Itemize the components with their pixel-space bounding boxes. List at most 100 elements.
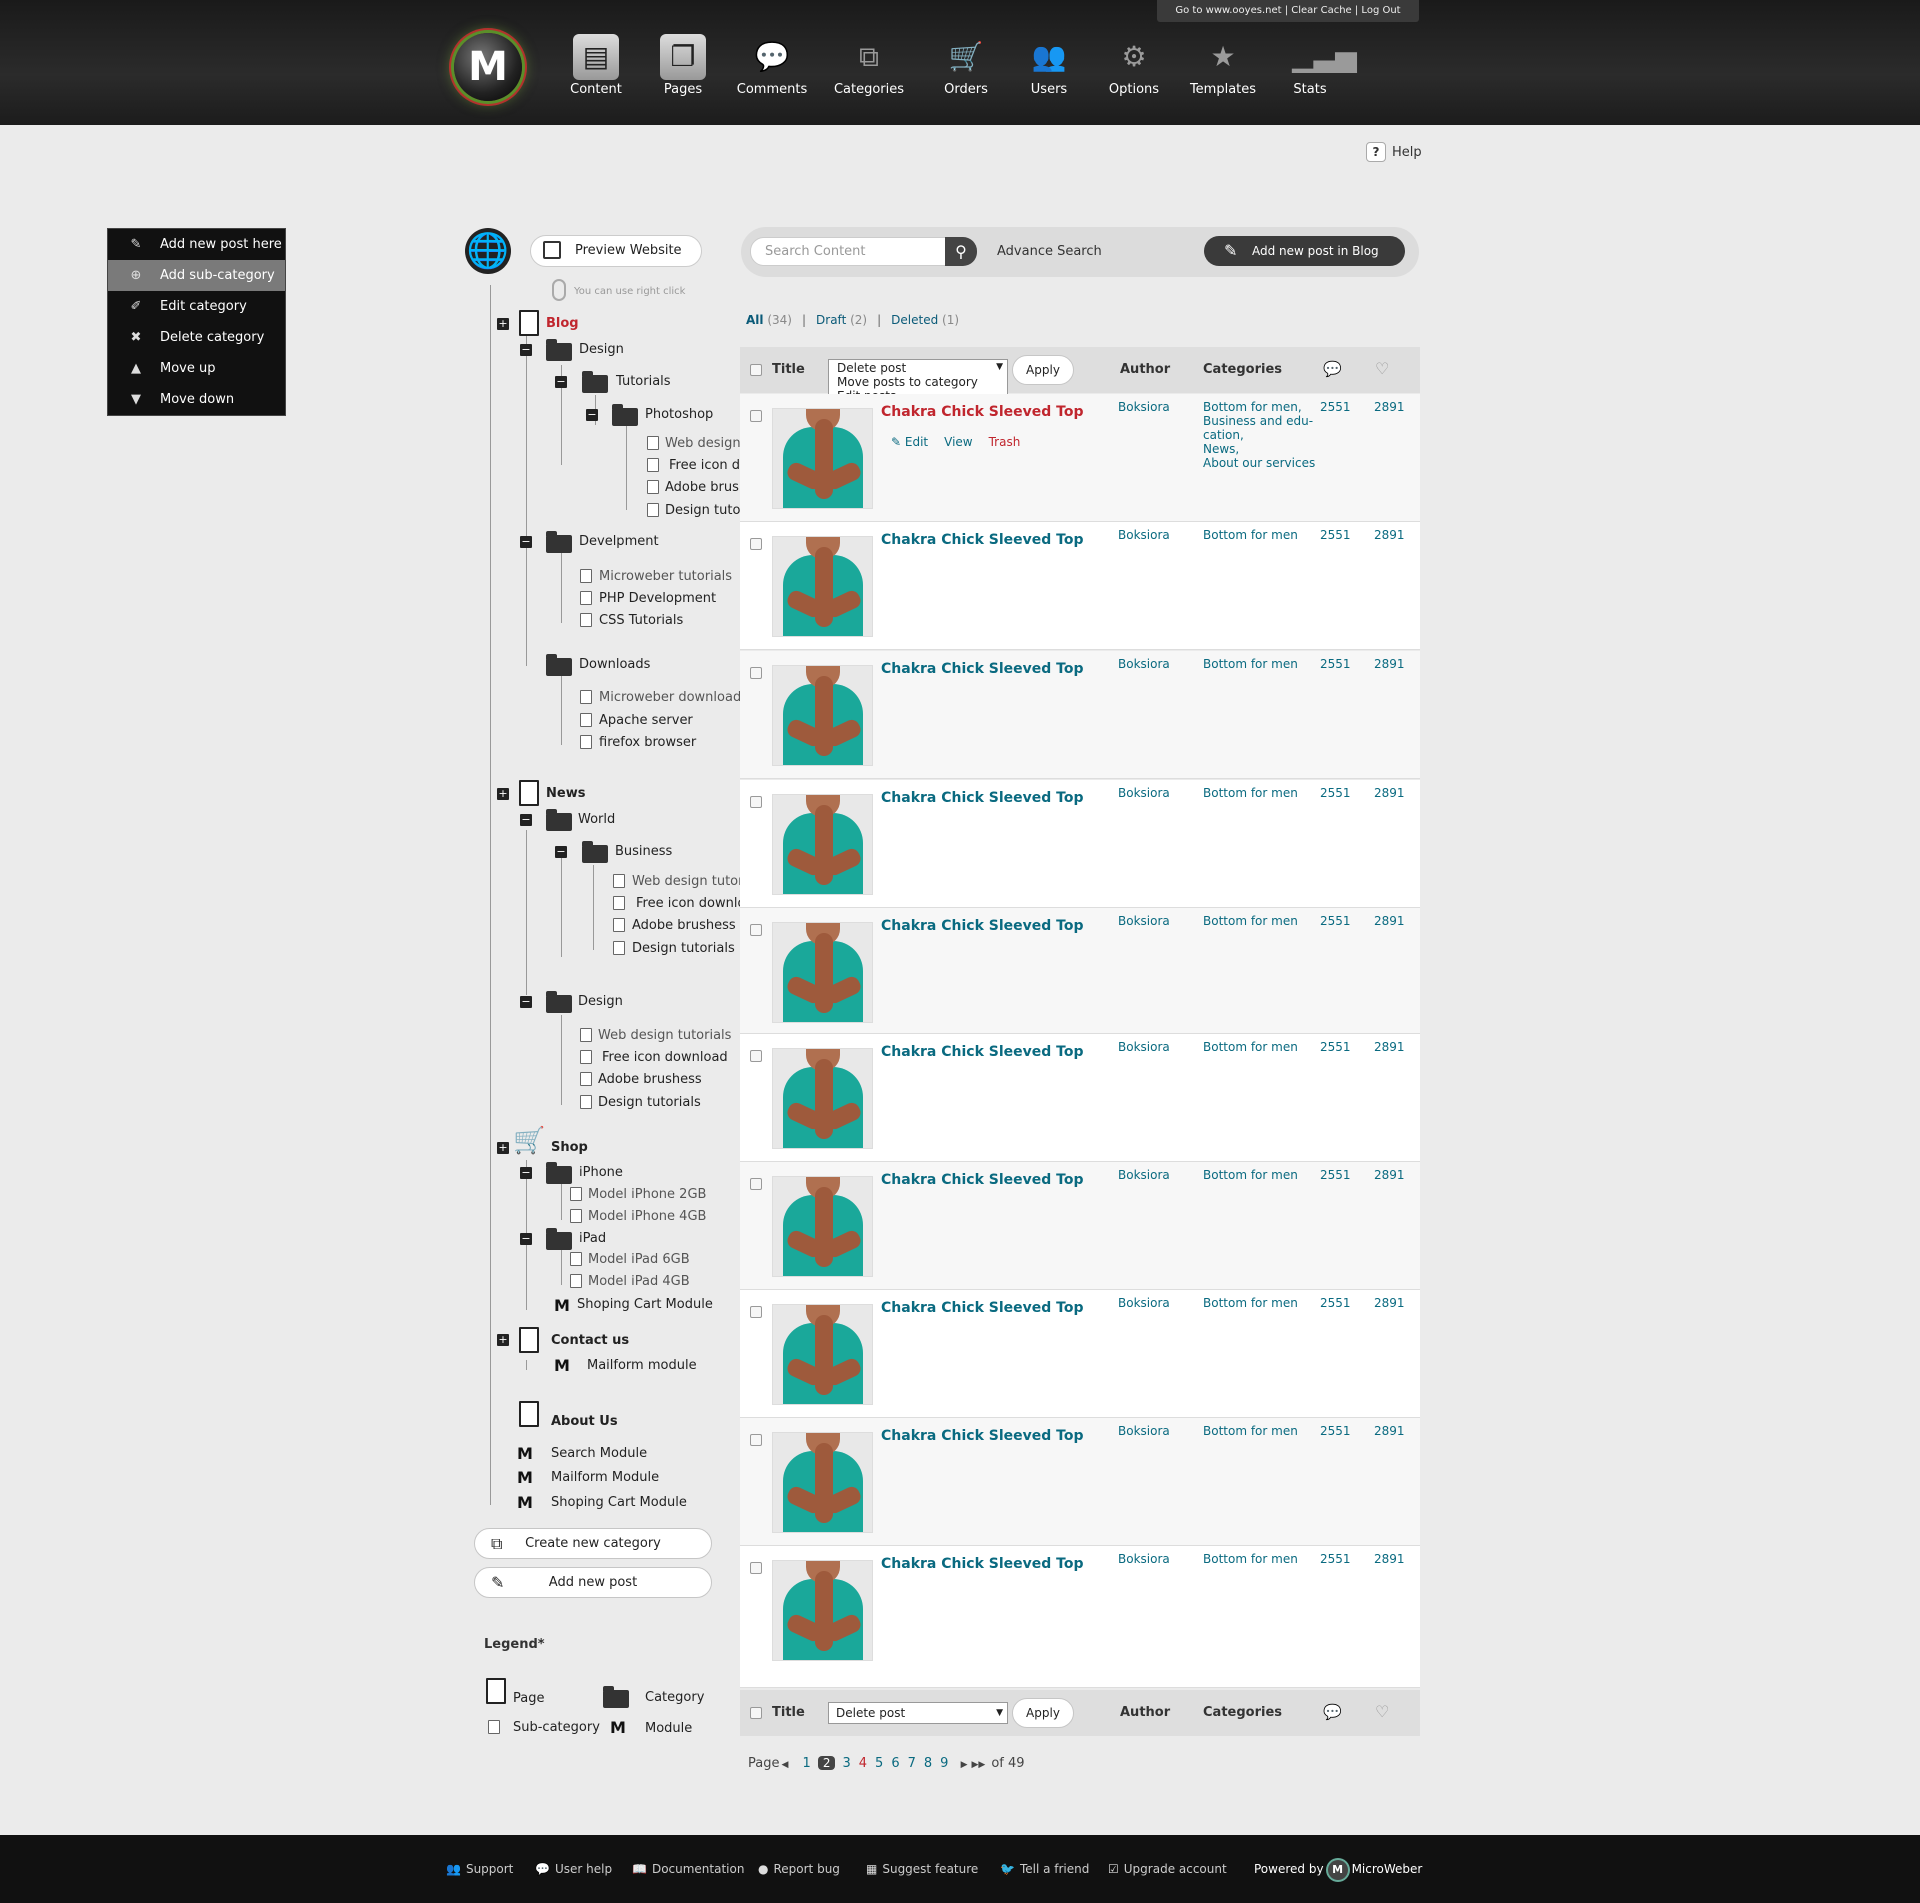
apply-button[interactable]: Apply [1012, 355, 1074, 385]
post-comments[interactable]: 2551 [1320, 528, 1351, 542]
nav-users[interactable]: 👥 Users [1026, 38, 1072, 97]
tree-item-blog[interactable]: Blog [546, 316, 579, 331]
post-likes[interactable]: 2891 [1374, 528, 1405, 542]
add-new-post-in-blog-button[interactable]: ✎ Add new post in Blog [1204, 236, 1405, 266]
post-title[interactable]: Chakra Chick Sleeved Top [881, 1428, 1083, 1444]
table-row[interactable]: Chakra Chick Sleeved Top Boksiora Bottom f… [740, 522, 1420, 650]
tree-item-firefox-browser[interactable]: firefox browser [599, 735, 696, 750]
create-new-category-button[interactable]: ⧉ Create new category [474, 1528, 712, 1559]
post-comments[interactable]: 2551 [1320, 1296, 1351, 1310]
search-input[interactable] [750, 237, 948, 266]
filter-deleted[interactable]: Deleted [891, 313, 938, 327]
tree-item-tutorials[interactable]: Tutorials [616, 374, 671, 389]
tree-item-contact-us[interactable]: Contact us [551, 1333, 629, 1348]
tree-item-mailform-module[interactable]: Mailform module [587, 1358, 697, 1373]
tree-item-model-iphone-4gb[interactable]: Model iPhone 4GB [588, 1209, 706, 1224]
post-author[interactable]: Boksiora [1118, 1296, 1170, 1310]
post-likes[interactable]: 2891 [1374, 1040, 1405, 1054]
table-row[interactable]: Chakra Chick Sleeved Top ✎ Edit View Trash B… [740, 394, 1420, 522]
bulk-option-delete-post[interactable]: Delete post [837, 361, 999, 375]
row-checkbox[interactable] [750, 538, 762, 550]
edit-link[interactable]: Edit [905, 435, 928, 449]
trash-link[interactable]: Trash [989, 435, 1021, 449]
add-new-post-button[interactable]: ✎ Add new post [474, 1567, 712, 1598]
collapse-toggle[interactable]: − [520, 536, 532, 548]
footer-report-bug[interactable]: ● Report bug [758, 1835, 840, 1903]
collapse-toggle[interactable]: − [520, 814, 532, 826]
select-all-checkbox[interactable] [750, 364, 762, 376]
post-likes[interactable]: 2891 [1374, 786, 1405, 800]
tree-item-about-us[interactable]: About Us [551, 1414, 618, 1429]
post-categories[interactable]: Bottom for men [1203, 1296, 1298, 1310]
tree-item-design-tutorials[interactable]: Design tutorials [598, 1095, 701, 1110]
post-title[interactable]: Chakra Chick Sleeved Top [881, 661, 1083, 677]
row-checkbox[interactable] [750, 1434, 762, 1446]
powered-by[interactable]: Powered by M MicroWeber [1254, 1835, 1422, 1903]
page-link[interactable]: 6 [891, 1756, 899, 1771]
expand-toggle[interactable]: + [497, 1142, 509, 1154]
page-link[interactable]: 8 [924, 1756, 932, 1771]
post-title[interactable]: Chakra Chick Sleeved Top [881, 1556, 1083, 1572]
collapse-toggle[interactable]: − [520, 996, 532, 1008]
post-thumbnail[interactable] [772, 794, 873, 895]
post-comments[interactable]: 2551 [1320, 1424, 1351, 1438]
preview-website-button[interactable]: Preview Website [530, 235, 702, 267]
post-author[interactable]: Boksiora [1118, 786, 1170, 800]
post-title[interactable]: Chakra Chick Sleeved Top [881, 918, 1083, 934]
categories-header[interactable]: Categories [1203, 1705, 1282, 1720]
nav-stats[interactable]: ▁▃▅ Stats [1290, 38, 1357, 97]
tree-item-world[interactable]: World [578, 812, 615, 827]
ctx-edit-category[interactable]: ✐ Edit category [108, 291, 285, 322]
footer-support[interactable]: 👥 Support [446, 1835, 513, 1903]
nav-templates[interactable]: ★ Templates [1188, 38, 1258, 97]
tree-item-mailform-module[interactable]: Mailform Module [551, 1470, 659, 1485]
filter-draft[interactable]: Draft [816, 313, 846, 327]
tree-item-shop[interactable]: Shop [551, 1140, 588, 1155]
post-comments[interactable]: 2551 [1320, 1040, 1351, 1054]
tree-item-ipad[interactable]: iPad [579, 1231, 606, 1246]
microweber-logo[interactable]: M [454, 33, 522, 101]
post-likes[interactable]: 2891 [1374, 1552, 1405, 1566]
tree-item-model-ipad-4gb[interactable]: Model iPad 4GB [588, 1274, 690, 1289]
post-comments[interactable]: 2551 [1320, 1168, 1351, 1182]
post-comments[interactable]: 2551 [1320, 1552, 1351, 1566]
heart-icon[interactable]: ♡ [1375, 359, 1389, 378]
post-categories[interactable]: Bottom for men [1203, 528, 1298, 542]
row-checkbox[interactable] [750, 1178, 762, 1190]
tree-item-microweber-download[interactable]: Microweber download [599, 690, 741, 705]
nav-comments[interactable]: 💬 Comments [736, 38, 808, 97]
comments-icon[interactable]: 💬 [1323, 360, 1342, 378]
expand-toggle[interactable]: + [497, 788, 509, 800]
table-row[interactable]: Chakra Chick Sleeved Top Boksiora Bottom f… [740, 1290, 1420, 1418]
collapse-toggle[interactable]: − [555, 376, 567, 388]
table-row[interactable]: Chakra Chick Sleeved Top Boksiora Bottom f… [740, 1418, 1420, 1546]
post-categories[interactable]: Bottom for men [1203, 1040, 1298, 1054]
table-row[interactable]: Chakra Chick Sleeved Top Boksiora Bottom f… [740, 1034, 1420, 1162]
collapse-toggle[interactable]: − [586, 409, 598, 421]
tree-item-design[interactable]: Design [579, 342, 624, 357]
post-author[interactable]: Boksiora [1118, 1552, 1170, 1566]
heart-icon[interactable]: ♡ [1375, 1702, 1389, 1721]
tree-item-web-design-tutorials[interactable]: Web design tutorials [598, 1028, 731, 1043]
page-link[interactable]: 3 [842, 1756, 850, 1771]
tree-item-php-development[interactable]: PHP Development [599, 591, 716, 606]
comments-icon[interactable]: 💬 [1323, 1703, 1342, 1721]
ctx-add-sub-category[interactable]: ⊕ Add sub-category [108, 260, 285, 291]
tree-item-downloads[interactable]: Downloads [579, 657, 650, 672]
row-checkbox[interactable] [750, 667, 762, 679]
post-title[interactable]: Chakra Chick Sleeved Top [881, 1300, 1083, 1316]
ctx-move-down[interactable]: ▼ Move down [108, 384, 285, 415]
apply-button[interactable]: Apply [1012, 1698, 1074, 1728]
bulk-action-select[interactable]: Delete post ▼ [828, 1702, 1008, 1724]
post-author[interactable]: Boksiora [1118, 1040, 1170, 1054]
last-page-icon[interactable]: ▶▶ [972, 1760, 986, 1770]
post-author[interactable]: Boksiora [1118, 1168, 1170, 1182]
post-title[interactable]: Chakra Chick Sleeved Top [881, 404, 1083, 420]
post-thumbnail[interactable] [772, 665, 873, 766]
nav-orders[interactable]: 🛒 Orders [940, 38, 992, 97]
bulk-option-move-posts[interactable]: Move posts to category [837, 375, 999, 389]
post-thumbnail[interactable] [772, 1048, 873, 1149]
footer-suggest-feature[interactable]: ▦ Suggest feature [866, 1835, 978, 1903]
post-likes[interactable]: 2891 [1374, 657, 1405, 671]
post-thumbnail[interactable] [772, 1560, 873, 1661]
